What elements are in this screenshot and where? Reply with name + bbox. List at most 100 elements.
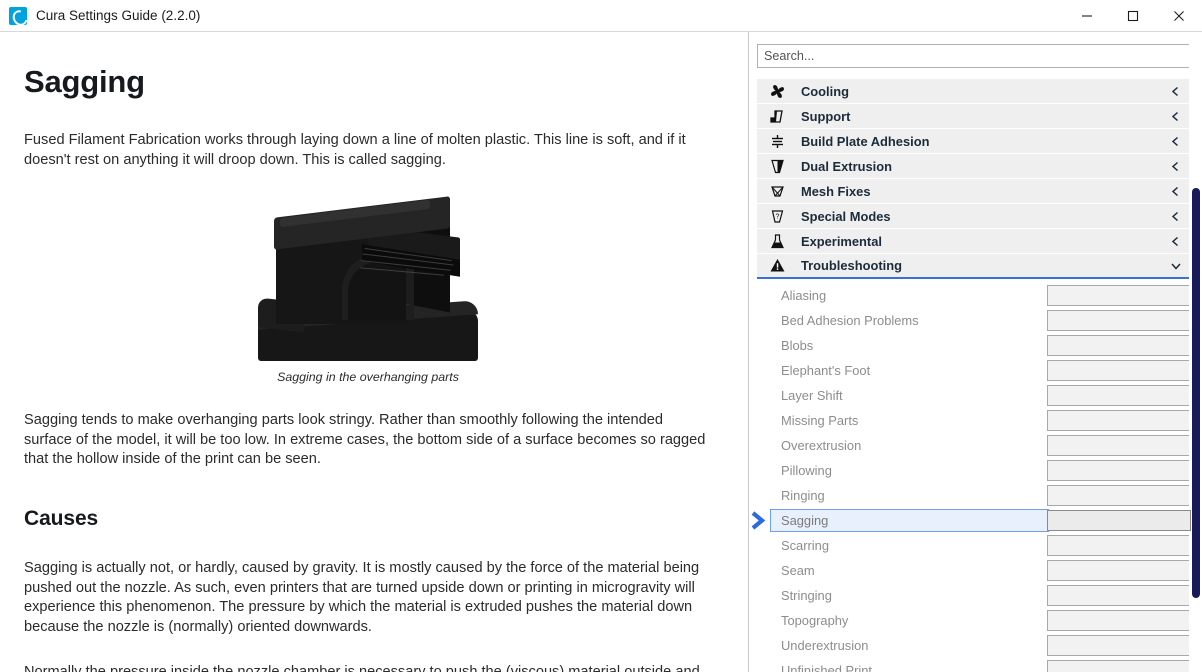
list-item-value[interactable] <box>1047 585 1191 606</box>
list-item-value[interactable] <box>1047 435 1191 456</box>
title-bar: Cura Settings Guide (2.2.0) <box>0 0 1202 32</box>
list-item-label: Underextrusion <box>781 638 869 653</box>
list-item-label: Elephant's Foot <box>781 363 871 378</box>
search-bar <box>749 32 1202 68</box>
category-row-special-modes[interactable]: ? Special Modes <box>757 204 1193 229</box>
troubleshooting-item-list: Aliasing Bed Adhesion Problems Blobs Ele… <box>749 283 1202 672</box>
list-item[interactable]: Seam <box>749 558 1202 583</box>
list-item-label: Seam <box>781 563 815 578</box>
chevron-left-icon[interactable] <box>1169 110 1182 123</box>
list-item[interactable]: Layer Shift <box>749 383 1202 408</box>
tail-paragraph: Normally the pressure inside the nozzle … <box>24 663 712 672</box>
sagging-photo <box>258 196 478 362</box>
figure-caption: Sagging in the overhanging parts <box>277 370 459 385</box>
category-label: Build Plate Adhesion <box>801 133 930 149</box>
list-item-label: Stringing <box>781 588 832 603</box>
list-item-label: Sagging <box>781 513 829 528</box>
sidebar-scrollbar-thumb[interactable] <box>1192 188 1200 598</box>
category-label: Special Modes <box>801 208 891 224</box>
document-pane: Sagging Fused Filament Fabrication works… <box>0 32 736 672</box>
list-item-label: Scarring <box>781 538 829 553</box>
list-item-value[interactable] <box>1047 460 1191 481</box>
list-item-value[interactable] <box>1047 660 1191 672</box>
list-item[interactable]: Ringing <box>749 483 1202 508</box>
category-label: Dual Extrusion <box>801 158 892 174</box>
list-item-value[interactable] <box>1047 510 1191 531</box>
chevron-left-icon[interactable] <box>1169 85 1182 98</box>
chevron-left-icon[interactable] <box>1169 160 1182 173</box>
close-button[interactable] <box>1156 0 1202 31</box>
category-row-support[interactable]: Support <box>757 104 1193 129</box>
category-label: Mesh Fixes <box>801 183 871 199</box>
chevron-left-icon[interactable] <box>1169 185 1182 198</box>
fan-icon <box>765 80 789 102</box>
close-icon <box>1174 10 1184 21</box>
list-item-label: Layer Shift <box>781 388 843 403</box>
list-item[interactable]: Overextrusion <box>749 433 1202 458</box>
chevron-left-icon[interactable] <box>1169 235 1182 248</box>
category-label: Support <box>801 108 851 124</box>
list-item[interactable]: Stringing <box>749 583 1202 608</box>
list-item-label: Aliasing <box>781 288 827 303</box>
list-item-value[interactable] <box>1047 560 1191 581</box>
minimize-button[interactable] <box>1064 0 1110 31</box>
chevron-left-icon[interactable] <box>1169 135 1182 148</box>
list-item[interactable]: Scarring <box>749 533 1202 558</box>
page-title: Sagging <box>24 64 145 99</box>
list-item-label: Pillowing <box>781 463 832 478</box>
list-item-value[interactable] <box>1047 310 1191 331</box>
list-item-value[interactable] <box>1047 285 1191 306</box>
category-row-dual-extrusion[interactable]: Dual Extrusion <box>757 154 1193 179</box>
list-item-value[interactable] <box>1047 485 1191 506</box>
list-item-value[interactable] <box>1047 635 1191 656</box>
search-input[interactable] <box>757 44 1193 68</box>
list-item-value[interactable] <box>1047 360 1191 381</box>
category-label: Experimental <box>801 233 882 249</box>
list-item-selected-sagging[interactable]: Sagging <box>749 508 1202 533</box>
chevron-down-icon[interactable] <box>1169 259 1182 272</box>
sidebar-scrollbar[interactable] <box>1189 32 1202 672</box>
list-item[interactable]: Unfinished Print <box>749 658 1202 672</box>
body-paragraph-2: Sagging tends to make overhanging parts … <box>24 412 706 468</box>
list-item-value[interactable] <box>1047 335 1191 356</box>
list-item[interactable]: Blobs <box>749 333 1202 358</box>
category-row-build-plate-adhesion[interactable]: Build Plate Adhesion <box>757 129 1193 154</box>
category-list: Cooling Support Build Plate Adhesion Dua… <box>749 79 1202 279</box>
document-content: Sagging Fused Filament Fabrication works… <box>24 32 712 672</box>
window-title: Cura Settings Guide (2.2.0) <box>36 8 201 23</box>
list-item-label: Blobs <box>781 338 814 353</box>
maximize-icon <box>1127 10 1139 21</box>
list-item-value[interactable] <box>1047 410 1191 431</box>
list-item[interactable]: Topography <box>749 608 1202 633</box>
build-plate-adhesion-icon <box>765 130 789 152</box>
list-item[interactable]: Aliasing <box>749 283 1202 308</box>
chevron-right-marker-icon <box>749 510 769 531</box>
list-item[interactable]: Bed Adhesion Problems <box>749 308 1202 333</box>
sagging-figure: Sagging in the overhanging parts <box>24 196 712 384</box>
category-row-mesh-fixes[interactable]: Mesh Fixes <box>757 179 1193 204</box>
list-item-label: Unfinished Print <box>781 663 872 672</box>
dual-extrusion-icon <box>765 155 789 177</box>
list-item[interactable]: Pillowing <box>749 458 1202 483</box>
list-item[interactable]: Elephant's Foot <box>749 358 1202 383</box>
chevron-left-icon[interactable] <box>1169 210 1182 223</box>
list-item-label: Missing Parts <box>781 413 859 428</box>
list-item-value[interactable] <box>1047 385 1191 406</box>
settings-sidebar: Cooling Support <box>748 32 1202 672</box>
app-window: Cura Settings Guide (2.2.0) Sagging Fuse… <box>0 0 1202 672</box>
category-row-cooling[interactable]: Cooling <box>757 79 1193 104</box>
list-item-value[interactable] <box>1047 610 1191 631</box>
maximize-button[interactable] <box>1110 0 1156 31</box>
list-item[interactable]: Missing Parts <box>749 408 1202 433</box>
sidebar-content: Cooling Support <box>749 32 1202 672</box>
svg-text:?: ? <box>775 213 779 220</box>
list-item[interactable]: Underextrusion <box>749 633 1202 658</box>
category-label: Troubleshooting <box>801 258 902 273</box>
list-item-value[interactable] <box>1047 535 1191 556</box>
list-item-label: Overextrusion <box>781 438 862 453</box>
minimize-icon <box>1082 14 1092 17</box>
category-row-experimental[interactable]: Experimental <box>757 229 1193 254</box>
list-item-label: Bed Adhesion Problems <box>781 313 919 328</box>
category-row-troubleshooting[interactable]: Troubleshooting <box>757 254 1193 279</box>
window-controls <box>1064 0 1202 31</box>
